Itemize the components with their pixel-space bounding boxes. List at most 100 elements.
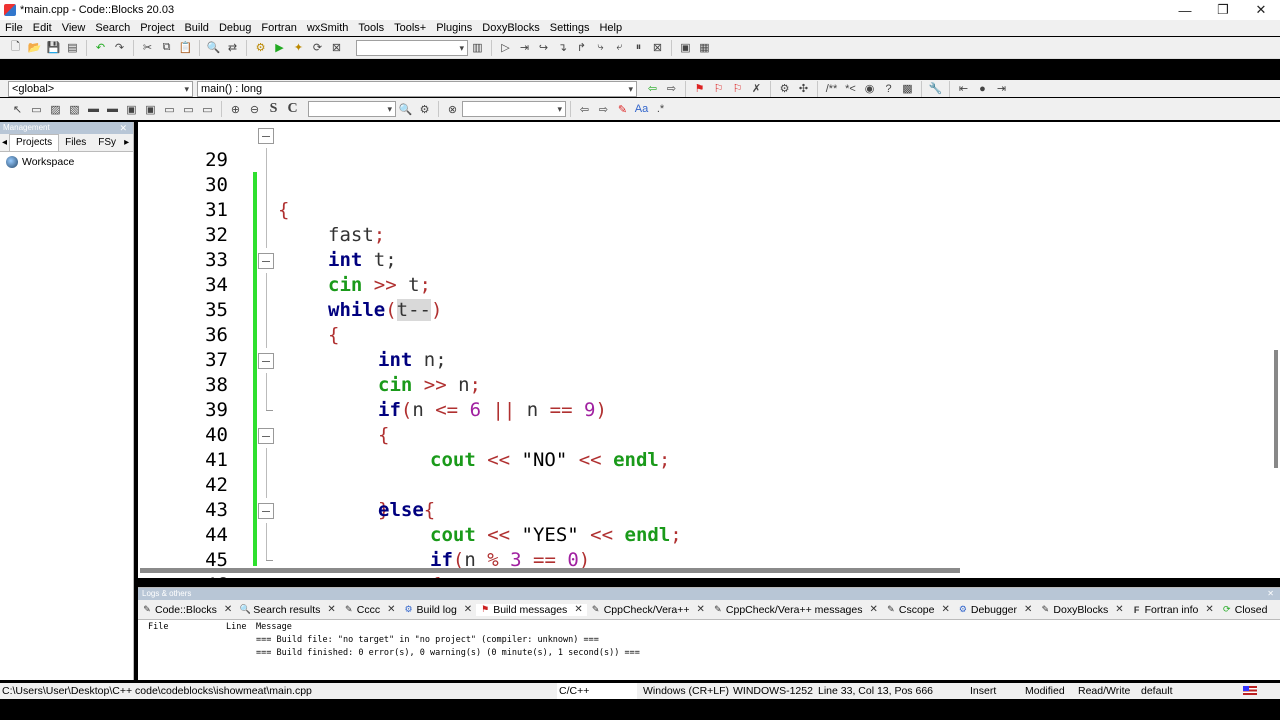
- menu-build[interactable]: Build: [179, 20, 213, 36]
- comment-block-icon[interactable]: /**: [823, 80, 840, 97]
- jump-forward-icon[interactable]: ⇨: [663, 80, 680, 97]
- next-line-icon[interactable]: ↪: [535, 39, 552, 56]
- abort-icon[interactable]: ⊠: [328, 39, 345, 56]
- tab-closed[interactable]: ⟳ Closed: [1218, 604, 1272, 616]
- debug-windows-icon[interactable]: ▣: [677, 39, 694, 56]
- rebuild-symbols-icon[interactable]: ⚙: [776, 80, 793, 97]
- code-editor[interactable]: 29 { 30 fast; 31 int t; 32 cin >> t; 33 …: [138, 122, 1280, 578]
- restore-button[interactable]: ❐: [1204, 0, 1242, 20]
- widget-a-icon[interactable]: ▨: [47, 101, 64, 118]
- new-file-icon[interactable]: 🗋: [7, 39, 24, 56]
- tab-doxyblocks[interactable]: ✎ DoxyBlocks ✕: [1036, 604, 1127, 616]
- frame-a-icon[interactable]: ▭: [161, 101, 178, 118]
- save-icon[interactable]: 💾: [45, 39, 62, 56]
- bookmark-clear-icon[interactable]: ✗: [748, 80, 765, 97]
- layout-b-icon[interactable]: ▬: [104, 101, 121, 118]
- function-combo[interactable]: main() : long: [197, 80, 637, 97]
- menu-debug[interactable]: Debug: [214, 20, 256, 36]
- record-icon[interactable]: ●: [974, 80, 991, 97]
- wrench-icon[interactable]: 🔧: [927, 80, 944, 97]
- find-icon[interactable]: 🔍: [205, 39, 222, 56]
- comment-line-icon[interactable]: *<: [842, 80, 859, 97]
- stop-debug-icon[interactable]: ⊠: [649, 39, 666, 56]
- menu-wxsmith[interactable]: wxSmith: [302, 20, 354, 36]
- doxywizard-icon[interactable]: ◉: [861, 80, 878, 97]
- frame-b-icon[interactable]: ▭: [180, 101, 197, 118]
- menu-tools-plus[interactable]: Tools+: [389, 20, 431, 36]
- build-and-run-icon[interactable]: ✦: [290, 39, 307, 56]
- column-message[interactable]: Message: [256, 620, 1280, 634]
- close-tab-icon[interactable]: ✕: [464, 604, 472, 615]
- tab-fsymbols[interactable]: FSy: [92, 135, 122, 151]
- step-instruction-icon[interactable]: ⤶: [611, 39, 628, 56]
- tab-fortran-info[interactable]: F Fortran info ✕: [1128, 604, 1218, 616]
- close-tab-icon[interactable]: ✕: [1115, 604, 1123, 615]
- arrow-right-icon[interactable]: ⇨: [595, 101, 612, 118]
- column-file[interactable]: File: [138, 620, 226, 634]
- jump-back-icon[interactable]: ⇦: [644, 80, 661, 97]
- highlight-icon[interactable]: ✎: [614, 101, 631, 118]
- save-all-icon[interactable]: ▤: [64, 39, 81, 56]
- bookmark-prev-icon[interactable]: ⚐: [710, 80, 727, 97]
- menu-help[interactable]: Help: [594, 20, 627, 36]
- s-tool-icon[interactable]: S: [265, 101, 282, 118]
- layout-c-icon[interactable]: ▣: [123, 101, 140, 118]
- menu-view[interactable]: View: [57, 20, 91, 36]
- bookmark-toggle-icon[interactable]: ⚑: [691, 80, 708, 97]
- table-row[interactable]: === Build finished: 0 error(s), 0 warnin…: [138, 647, 1280, 660]
- layout-d-icon[interactable]: ▣: [142, 101, 159, 118]
- debug-info-icon[interactable]: ▦: [696, 39, 713, 56]
- close-window-button[interactable]: ✕: [1242, 0, 1280, 20]
- run-icon[interactable]: ▶: [271, 39, 288, 56]
- tab-scroll-right-icon[interactable]: ▸: [122, 135, 131, 151]
- tab-codeblocks[interactable]: ✎ Code::Blocks ✕: [138, 604, 236, 616]
- target-options-icon[interactable]: ▥: [469, 39, 486, 56]
- tab-cccc[interactable]: ✎ Cccc ✕: [340, 604, 400, 616]
- menu-settings[interactable]: Settings: [545, 20, 595, 36]
- jump-prev-icon[interactable]: ⇤: [955, 80, 972, 97]
- copy-icon[interactable]: ⧉: [158, 39, 175, 56]
- vertical-scrollbar[interactable]: [1274, 350, 1278, 468]
- close-tab-icon[interactable]: ✕: [224, 604, 232, 615]
- open-file-icon[interactable]: 📂: [26, 39, 43, 56]
- frame-c-icon[interactable]: ▭: [199, 101, 216, 118]
- rebuild-icon[interactable]: ⟳: [309, 39, 326, 56]
- menu-plugins[interactable]: Plugins: [431, 20, 477, 36]
- build-target-combo[interactable]: [356, 39, 468, 56]
- close-management-icon[interactable]: ✕: [119, 122, 127, 134]
- step-into-icon[interactable]: ↴: [554, 39, 571, 56]
- c-tool-icon[interactable]: C: [284, 101, 301, 118]
- redo-icon[interactable]: ↷: [111, 39, 128, 56]
- paste-icon[interactable]: 📋: [177, 39, 194, 56]
- tool-combo[interactable]: [308, 101, 396, 117]
- regex-icon[interactable]: .*: [652, 101, 669, 118]
- close-tab-icon[interactable]: ✕: [869, 604, 877, 615]
- close-tab-icon[interactable]: ✕: [387, 604, 395, 615]
- tab-cscope[interactable]: ✎ Cscope ✕: [882, 604, 954, 616]
- close-tab-icon[interactable]: ✕: [941, 604, 949, 615]
- clear-icon[interactable]: ⊗: [444, 101, 461, 118]
- tab-cppcheck-messages[interactable]: ✎ CppCheck/Vera++ messages ✕: [709, 604, 882, 616]
- tab-debugger[interactable]: ⚙ Debugger ✕: [954, 604, 1037, 616]
- scope-combo[interactable]: <global>: [8, 80, 193, 97]
- layout-a-icon[interactable]: ▬: [85, 101, 102, 118]
- tab-search-results[interactable]: 🔍 Search results ✕: [236, 604, 340, 616]
- fold-toggle-icon[interactable]: [258, 253, 274, 269]
- search-settings-icon[interactable]: ⚙: [416, 101, 433, 118]
- pause-icon[interactable]: ⏸: [630, 39, 647, 56]
- arrow-left-icon[interactable]: ⇦: [576, 101, 593, 118]
- close-logs-icon[interactable]: ✕: [1267, 588, 1274, 600]
- search-tool-icon[interactable]: 🔍: [397, 101, 414, 118]
- fold-toggle-icon[interactable]: [258, 428, 274, 444]
- close-tab-icon[interactable]: ✕: [574, 604, 582, 615]
- workspace-node[interactable]: Workspace: [0, 152, 133, 172]
- close-tab-icon[interactable]: ✕: [1205, 604, 1213, 615]
- incremental-search-combo[interactable]: [462, 101, 566, 117]
- close-tab-icon[interactable]: ✕: [697, 604, 705, 615]
- zoom-in-icon[interactable]: ⊕: [227, 101, 244, 118]
- debug-continue-icon[interactable]: ▷: [497, 39, 514, 56]
- menu-fortran[interactable]: Fortran: [256, 20, 301, 36]
- step-out-icon[interactable]: ↱: [573, 39, 590, 56]
- fold-toggle-icon[interactable]: [258, 128, 274, 144]
- match-case-icon[interactable]: Aa: [633, 101, 650, 118]
